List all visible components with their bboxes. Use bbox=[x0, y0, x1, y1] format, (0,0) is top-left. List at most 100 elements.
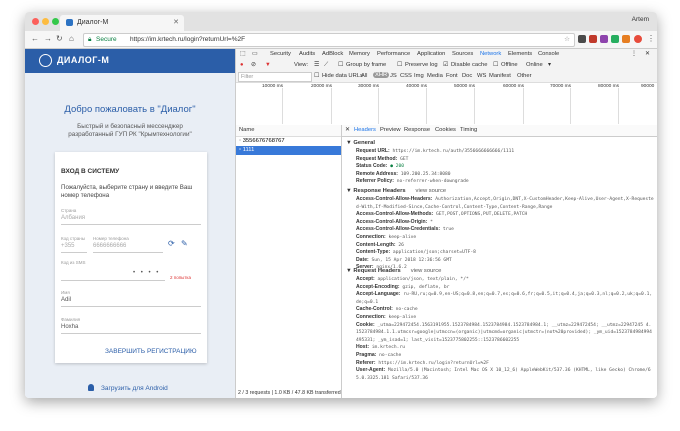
hide-data-urls-checkbox[interactable]: ☐ bbox=[314, 73, 319, 79]
tab-network[interactable]: Network bbox=[480, 51, 501, 57]
opera-icon[interactable] bbox=[634, 35, 642, 43]
bookmark-star-icon[interactable]: ☆ bbox=[564, 34, 570, 46]
header-value: ru-RU,ru;q=0.9,en-US;q=0.8,en;q=0.7,es;q… bbox=[356, 292, 653, 305]
tab-performance[interactable]: Performance bbox=[377, 51, 410, 57]
filter-ws[interactable]: WS bbox=[477, 73, 486, 79]
more-options-icon[interactable]: ⋮ bbox=[631, 51, 637, 57]
header-value: application/json;charset=UTF-8 bbox=[390, 250, 476, 256]
preserve-log-checkbox[interactable]: ☐ bbox=[397, 62, 402, 68]
extension-icon[interactable] bbox=[589, 35, 597, 43]
phone-field[interactable]: 6666666666 bbox=[93, 243, 126, 249]
forward-icon[interactable]: → bbox=[44, 34, 52, 43]
close-details-icon[interactable]: ✕ bbox=[345, 127, 350, 133]
close-devtools-icon[interactable]: ✕ bbox=[645, 51, 650, 57]
header-row: Referrer Policy: no-referrer-when-downgr… bbox=[356, 178, 654, 186]
group-by-frame-checkbox[interactable]: ☐ bbox=[338, 62, 343, 68]
extension-icon[interactable] bbox=[578, 35, 586, 43]
filter-media[interactable]: Media bbox=[427, 73, 443, 79]
minimize-window-button[interactable] bbox=[42, 18, 49, 25]
tab-headers[interactable]: Headers bbox=[354, 127, 376, 133]
close-tab-icon[interactable]: ✕ bbox=[173, 18, 179, 26]
header-key: Cache-Control: bbox=[356, 306, 393, 313]
edit-icon[interactable]: ✎ bbox=[181, 239, 188, 248]
code-field[interactable]: +355 bbox=[61, 243, 75, 249]
extension-icon[interactable] bbox=[622, 35, 630, 43]
back-icon[interactable]: ← bbox=[31, 34, 39, 43]
table-row[interactable]: ▫ 3556676768767 bbox=[236, 137, 341, 146]
filter-manifest[interactable]: Manifest bbox=[489, 73, 511, 79]
extension-icon[interactable] bbox=[611, 35, 619, 43]
tab-timing[interactable]: Timing bbox=[460, 127, 477, 133]
header-row: Date: Sun, 15 Apr 2018 12:36:56 GMT bbox=[356, 257, 654, 265]
filter-css[interactable]: CSS bbox=[400, 73, 412, 79]
disable-cache-checkbox[interactable]: ☑ bbox=[443, 62, 448, 68]
view-source-link[interactable]: view source bbox=[411, 268, 442, 274]
country-select[interactable]: Албания bbox=[61, 215, 85, 221]
filter-js[interactable]: JS bbox=[390, 73, 397, 79]
filter-other[interactable]: Other bbox=[517, 73, 532, 79]
header-value: * bbox=[427, 219, 433, 225]
table-row[interactable]: ▫ 1111 bbox=[236, 146, 341, 155]
surname-field[interactable]: Hoxha bbox=[61, 324, 78, 330]
filter-input[interactable]: Filter bbox=[238, 72, 312, 82]
home-icon[interactable]: ⌂ bbox=[69, 34, 74, 43]
device-toggle-icon[interactable]: ▭ bbox=[252, 51, 257, 57]
close-window-button[interactable] bbox=[32, 18, 39, 25]
tab-audits[interactable]: Audits bbox=[299, 51, 315, 57]
menu-icon[interactable]: ⋮ bbox=[647, 34, 655, 43]
large-rows-icon[interactable]: ☰ bbox=[314, 62, 319, 68]
maximize-window-button[interactable] bbox=[52, 18, 59, 25]
browser-tab[interactable]: Диалог-М ✕ bbox=[60, 15, 184, 31]
header-key: Referrer Policy: bbox=[356, 178, 394, 185]
header-key: Request URL: bbox=[356, 148, 390, 154]
name-field[interactable]: Adil bbox=[61, 297, 71, 303]
tab-adblock[interactable]: AdBlock bbox=[322, 51, 343, 57]
profile-name[interactable]: Artem bbox=[632, 16, 649, 23]
refresh-icon[interactable]: ⟳ bbox=[168, 239, 175, 248]
attempt-counter: 2 попытка bbox=[170, 275, 191, 280]
header-row: Status Code: ● 200 bbox=[356, 163, 654, 171]
header-value: gzip, deflate, br bbox=[399, 284, 450, 290]
tab-application[interactable]: Application bbox=[417, 51, 445, 57]
filter-font[interactable]: Font bbox=[446, 73, 458, 79]
logo-icon bbox=[39, 54, 52, 67]
inspect-icon[interactable]: ⬚ bbox=[240, 51, 245, 57]
header-row: Request Method: GET bbox=[356, 156, 654, 164]
clear-icon[interactable]: ⊘ bbox=[251, 62, 256, 68]
general-section-toggle[interactable]: ▼ General bbox=[346, 140, 375, 146]
android-icon bbox=[88, 384, 94, 391]
header-value: no-referrer-when-downgrade bbox=[393, 179, 469, 185]
response-headers-toggle[interactable]: ▼ Response Headers view source bbox=[346, 188, 446, 194]
header-key: Host: bbox=[356, 344, 370, 351]
tab-preview[interactable]: Preview bbox=[380, 127, 401, 133]
finish-registration-button[interactable]: ЗАВЕРШИТЬ РЕГИСТРАЦИЮ bbox=[105, 348, 197, 355]
offline-checkbox[interactable]: ☐ bbox=[493, 62, 498, 68]
request-headers-toggle[interactable]: ▼ Request Headers view source bbox=[346, 268, 441, 274]
throttling-select[interactable]: Online bbox=[526, 62, 543, 68]
header-value: 26 bbox=[395, 242, 404, 248]
filter-img[interactable]: Img bbox=[414, 73, 424, 79]
tab-sources[interactable]: Sources bbox=[452, 51, 473, 57]
tab-cookies[interactable]: Cookies bbox=[435, 127, 456, 133]
tab-elements[interactable]: Elements bbox=[508, 51, 532, 57]
sms-code-field[interactable]: • • • • bbox=[133, 270, 160, 276]
download-android-link[interactable]: Загрузить для Android bbox=[101, 385, 168, 392]
view-source-link[interactable]: view source bbox=[416, 188, 447, 194]
filter-doc[interactable]: Doc bbox=[462, 73, 472, 79]
tab-security[interactable]: Security bbox=[270, 51, 291, 57]
extension-icon[interactable] bbox=[600, 35, 608, 43]
tab-memory[interactable]: Memory bbox=[349, 51, 370, 57]
url-input[interactable]: 🔒︎ Secure https://im.krtech.ru/login?ret… bbox=[83, 33, 575, 47]
tab-response[interactable]: Response bbox=[404, 127, 430, 133]
network-timeline[interactable]: 10000 ms 20000 ms 30000 ms 40000 ms 5000… bbox=[236, 82, 657, 126]
record-icon[interactable]: ● bbox=[240, 62, 244, 68]
reload-icon[interactable]: ↻ bbox=[56, 34, 63, 43]
filter-all[interactable]: All bbox=[361, 73, 367, 79]
tab-console[interactable]: Console bbox=[538, 51, 559, 57]
header-value: GET,POST,OPTIONS,PUT,DELETE,PATCH bbox=[433, 212, 528, 218]
waterfall-icon[interactable]: ⟋ bbox=[324, 62, 328, 69]
header-value: no-cache bbox=[376, 352, 402, 358]
filter-xhr[interactable]: XHR bbox=[373, 72, 390, 78]
list-header[interactable]: Name bbox=[236, 125, 341, 137]
filter-icon[interactable]: ▼ bbox=[265, 62, 271, 68]
